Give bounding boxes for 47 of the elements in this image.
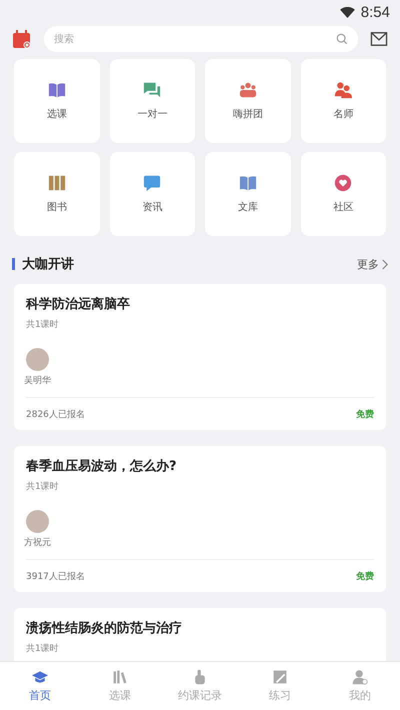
lesson-count: 共1课时 [26,642,60,655]
shortcut-tile[interactable]: 文库 [205,152,290,236]
pencil-icon [272,669,288,685]
shortcut-tile[interactable]: 名师 [300,59,386,143]
shortcut-tile[interactable]: 一对一 [110,59,195,143]
course-title: 春季血压易波动，怎么办? [26,458,178,475]
teacher-name: 方祝元 [24,536,52,549]
avatar-placeholder [26,510,49,533]
book-icon [48,81,66,99]
price-label: 免费 [356,408,374,421]
tab[interactable]: 首页 [0,662,80,710]
chat-icon [143,81,162,99]
course-card[interactable]: 溃疡性结肠炎的防范与治疗 共1课时 [14,608,386,661]
lesson-count: 共1课时 [26,480,60,493]
graduation-cap-icon [32,669,48,685]
search-icon [336,33,348,45]
group-icon [238,81,257,99]
shortcut-tile[interactable]: 图书 [14,152,100,236]
calendar-icon[interactable] [12,29,32,49]
shortcut-tile[interactable]: 选课 [14,59,100,143]
books-icon [112,669,128,685]
mail-icon[interactable] [370,31,388,47]
section-title: 大咖开讲 [22,256,75,273]
more-link[interactable]: 更多 [357,256,388,272]
enrollment-count: 2826人已报名 [26,408,85,421]
course-title: 溃疡性结肠炎的防范与治疗 [26,620,183,637]
avatar-placeholder [26,348,49,371]
wifi-icon [340,6,355,18]
books-icon [48,174,66,192]
person-icon [352,669,368,685]
price-label: 免费 [356,570,374,583]
course-card[interactable]: 春季血压易波动，怎么办? 共1课时 方祝元 3917人已报名 免费 [14,446,386,592]
shortcut-tile[interactable]: 资讯 [110,152,195,236]
clock: 8:54 [360,4,390,20]
shortcut-tile[interactable]: 社区 [300,152,386,236]
search-field[interactable]: 搜索 [44,26,358,52]
chevron-right-icon [382,258,388,270]
shortcut-tile[interactable]: 嗨拼团 [205,59,290,143]
section-marker [12,258,15,270]
enrollment-count: 3917人已报名 [26,570,85,583]
people-icon [334,81,352,99]
lesson-count: 共1课时 [26,318,60,331]
teacher-name: 吴明华 [24,374,52,387]
course-card[interactable]: 科学防治远离脑卒 共1课时 吴明华 2826人已报名 免费 [14,284,386,430]
speech-bubble-icon [143,174,162,192]
book-icon [238,174,257,192]
course-title: 科学防治远离脑卒 [26,296,131,313]
